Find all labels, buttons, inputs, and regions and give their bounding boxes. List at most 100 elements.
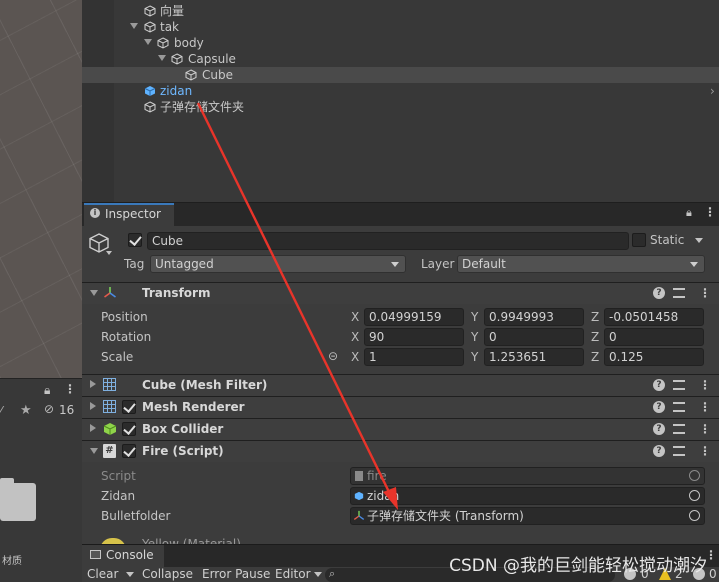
component-title: Fire (Script) (142, 444, 224, 458)
hierarchy-item-capsule[interactable]: Capsule (82, 51, 719, 67)
script-icon: # (103, 444, 116, 458)
component-header-mesh-filter[interactable]: Cube (Mesh Filter) ? ⋮ (82, 374, 719, 396)
expand-arrow-icon[interactable] (130, 23, 138, 29)
presets-icon[interactable] (673, 402, 685, 412)
axis-x-label: X (351, 310, 360, 324)
axis-y-label: Y (471, 350, 479, 364)
kebab-menu-icon[interactable]: ⋮ (699, 444, 711, 458)
component-header-box-collider[interactable]: Box Collider ? ⋮ (82, 418, 719, 440)
chevron-right-icon[interactable]: › (710, 83, 715, 99)
chevron-down-icon (314, 572, 323, 577)
hierarchy-item-zidan[interactable]: zidan › (82, 83, 719, 99)
folder-label[interactable]: 材质 (2, 552, 22, 567)
expand-arrow-icon[interactable] (144, 39, 152, 45)
error-pause-button[interactable]: Error Pause (202, 567, 270, 582)
editor-dropdown[interactable]: Editor (275, 567, 323, 582)
position-label: Position (101, 310, 148, 324)
component-header-mesh-renderer[interactable]: Mesh Renderer ? ⋮ (82, 396, 719, 418)
bulletfolder-object-field[interactable]: 子弹存储文件夹 (Transform) (350, 507, 705, 525)
rotation-z-input[interactable]: 0 (604, 328, 704, 346)
position-z-input[interactable]: -0.0501458 (604, 308, 704, 326)
icon-dropdown-icon[interactable] (106, 251, 112, 255)
lock-icon[interactable]: 🔒︎ (44, 383, 50, 398)
cube-icon (144, 21, 156, 33)
help-icon[interactable]: ? (653, 401, 665, 413)
fold-arrow-icon[interactable] (90, 424, 96, 432)
hierarchy-item-cube[interactable]: Cube (82, 67, 719, 83)
object-picker-icon[interactable] (689, 490, 700, 501)
visibility-icon[interactable]: ⁄ (0, 404, 2, 418)
axis-y-label: Y (471, 330, 479, 344)
lock-icon[interactable]: 🔒︎ (686, 206, 692, 220)
cube-icon (144, 101, 156, 113)
scene-view[interactable] (0, 0, 82, 378)
cube-icon (144, 5, 156, 17)
position-x-input[interactable]: 0.04999159 (364, 308, 464, 326)
object-name-input[interactable]: Cube (147, 232, 629, 250)
fold-arrow-icon[interactable] (90, 402, 96, 410)
tab-inspector[interactable]: i Inspector (84, 203, 174, 226)
enabled-checkbox[interactable] (122, 444, 136, 458)
hierarchy-panel: 向量 tak body Capsule Cube zidan › 子弹存储文件夹 (82, 0, 719, 202)
search-icon: ⌕ (329, 567, 336, 580)
hierarchy-item-xiangliang[interactable]: 向量 (82, 3, 719, 19)
zidan-label: Zidan (101, 489, 136, 503)
kebab-menu-icon[interactable]: ⋮ (64, 382, 76, 396)
component-header-fire-script[interactable]: # Fire (Script) ? ⋮ (82, 440, 719, 462)
scale-z-input[interactable]: 0.125 (604, 348, 704, 366)
kebab-menu-icon[interactable]: ⋮ (699, 422, 711, 436)
transform-icon (104, 287, 116, 298)
axis-y-label: Y (471, 310, 479, 324)
presets-icon[interactable] (673, 424, 685, 434)
hierarchy-item-bulletfolder[interactable]: 子弹存储文件夹 (82, 99, 719, 115)
scale-y-input[interactable]: 1.253651 (484, 348, 584, 366)
prefab-cube-icon (354, 491, 364, 501)
hidden-count[interactable]: ⊘ 16 (40, 401, 80, 419)
project-panel: 🔒︎ ⋮ ⁄ ★ ⊘ 16 材质 (0, 378, 82, 567)
object-picker-icon[interactable] (689, 510, 700, 521)
help-icon[interactable]: ? (653, 379, 665, 391)
scale-x-input[interactable]: 1 (364, 348, 464, 366)
tag-dropdown[interactable]: Untagged (150, 255, 406, 273)
help-icon[interactable]: ? (653, 445, 665, 457)
position-y-input[interactable]: 0.9949993 (484, 308, 584, 326)
rotation-y-input[interactable]: 0 (484, 328, 584, 346)
tab-console[interactable]: Console (82, 545, 164, 567)
link-icon[interactable]: ⊝ (328, 349, 338, 363)
kebab-menu-icon[interactable]: ⋮ (699, 286, 711, 300)
component-header-transform[interactable]: Transform ? ⋮ (82, 282, 719, 304)
presets-icon[interactable] (673, 288, 685, 298)
folder-icon[interactable] (0, 483, 36, 521)
inspector-tabbar (82, 202, 719, 226)
help-icon[interactable]: ? (653, 423, 665, 435)
cube-icon (157, 37, 169, 49)
layer-dropdown[interactable]: Default (457, 255, 705, 273)
star-icon[interactable]: ★ (20, 403, 32, 418)
kebab-menu-icon[interactable]: ⋮ (699, 378, 711, 392)
active-checkbox[interactable] (128, 233, 142, 247)
fold-arrow-icon[interactable] (90, 380, 96, 388)
info-icon: i (90, 208, 100, 218)
zidan-object-field[interactable]: zidan (350, 487, 705, 505)
component-header-icons: ? ⋮ (653, 422, 711, 437)
static-dropdown-icon[interactable] (695, 238, 703, 243)
scale-label: Scale (101, 350, 134, 364)
clear-options-dropdown[interactable] (122, 567, 136, 582)
enabled-checkbox[interactable] (122, 400, 136, 414)
kebab-menu-icon[interactable]: ⋮ (704, 205, 716, 219)
fold-arrow-icon[interactable] (90, 448, 98, 454)
hierarchy-item-tak[interactable]: tak (82, 19, 719, 35)
static-checkbox[interactable] (632, 233, 646, 247)
presets-icon[interactable] (673, 380, 685, 390)
fold-arrow-icon[interactable] (90, 290, 98, 296)
collapse-button[interactable]: Collapse (142, 567, 193, 582)
expand-arrow-icon[interactable] (158, 55, 166, 61)
hierarchy-item-body[interactable]: body (82, 35, 719, 51)
rotation-x-input[interactable]: 90 (364, 328, 464, 346)
help-icon[interactable]: ? (653, 287, 665, 299)
presets-icon[interactable] (673, 446, 685, 456)
clear-button[interactable]: Clear (87, 567, 118, 582)
component-header-icons: ? ⋮ (653, 286, 711, 301)
enabled-checkbox[interactable] (122, 422, 136, 436)
kebab-menu-icon[interactable]: ⋮ (699, 400, 711, 414)
